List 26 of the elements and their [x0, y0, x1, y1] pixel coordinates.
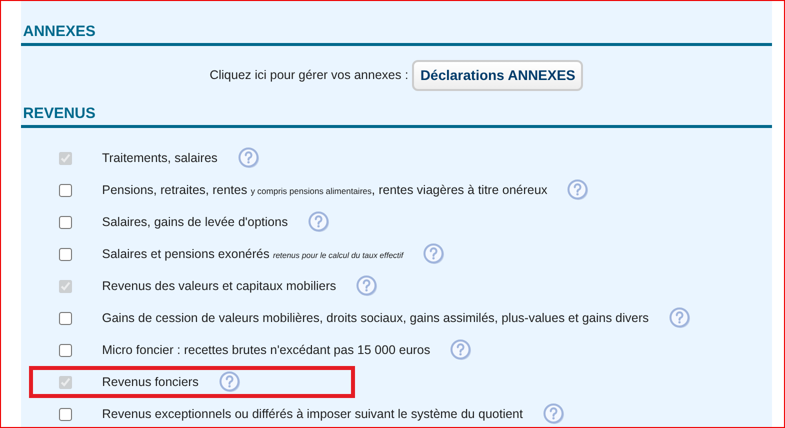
help-icon[interactable] [423, 243, 446, 265]
section-heading: ANNEXES [21, 23, 772, 46]
income-checkbox[interactable] [59, 344, 72, 356]
income-label: Salaires, gains de levée d'options [102, 214, 288, 231]
help-icon[interactable] [542, 403, 565, 425]
help-icon[interactable] [668, 307, 691, 329]
help-icon[interactable] [567, 179, 590, 201]
section-heading: REVENUS [21, 105, 772, 128]
income-label: Pensions, retraites, rentes y compris pensions alimentaires, rentes viagères à titre onéreux [102, 182, 548, 199]
annex-prompt: Cliquez ici pour gérer vos annexes : [210, 67, 408, 84]
income-label: Salaires et pensions exonérés retenus pour le calcul du taux effectif [102, 246, 404, 263]
income-label: Revenus exceptionnels ou différés à imposer suivant le système du quotient [102, 406, 523, 423]
income-label: Revenus fonciers [102, 374, 199, 391]
income-checkbox[interactable] [59, 408, 72, 420]
income-checkbox[interactable] [59, 312, 72, 324]
declarations-button[interactable]: Déclarations ANNEXES [412, 60, 584, 91]
help-icon[interactable] [450, 339, 472, 361]
income-label: Traitements, salaires [102, 150, 218, 167]
income-checkbox[interactable] [59, 248, 72, 260]
help-icon[interactable] [308, 211, 330, 233]
income-checkbox[interactable] [59, 184, 72, 196]
help-icon[interactable] [218, 371, 241, 393]
income-label: Micro foncier : recettes brutes n'excédant pas 15 000 euros [102, 342, 430, 359]
income-label: Gains de cession de valeurs mobilières, droits sociaux, gains assimilés, plus-values et gains divers [102, 310, 649, 327]
income-label: Revenus des valeurs et capitaux mobiliers [102, 278, 336, 295]
income-checkbox[interactable] [59, 216, 72, 228]
